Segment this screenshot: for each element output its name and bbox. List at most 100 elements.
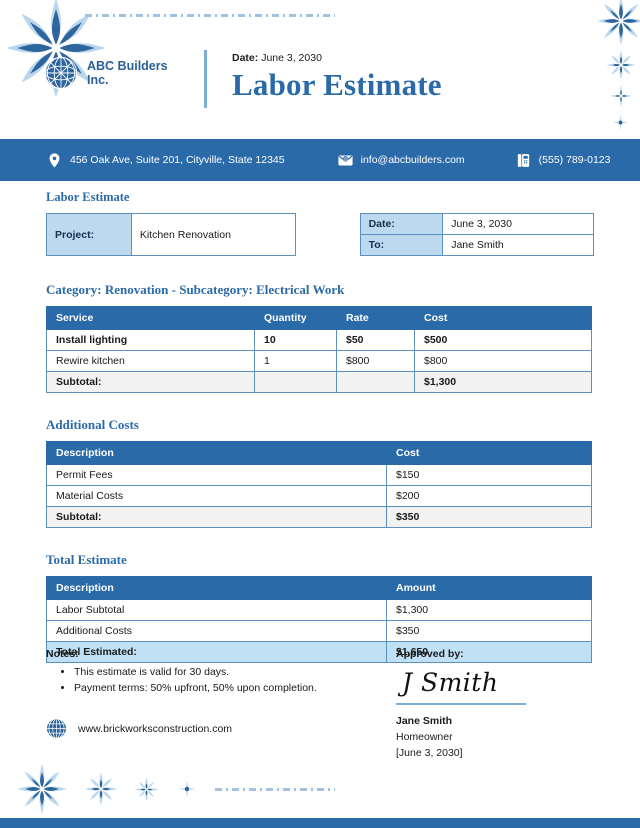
table-row: Project: Kitchen Renovation — [46, 213, 296, 256]
labor-cost: $500 — [414, 329, 592, 351]
decorative-dash-line-bottom — [215, 788, 335, 791]
document-body: Labor Estimate Project: Kitchen Renovati… — [0, 190, 640, 663]
additional-subtotal-label: Subtotal: — [46, 506, 387, 528]
contact-address: 456 Oak Ave, Suite 201, Cityville, State… — [46, 152, 285, 169]
project-table: Project: Kitchen Renovation — [46, 213, 296, 256]
decorative-star-bottom-3 — [134, 777, 159, 802]
signer-name: Jane Smith — [396, 715, 453, 727]
contact-address-text: 456 Oak Ave, Suite 201, Cityville, State… — [70, 154, 285, 166]
signer-date: [June 3, 2030] — [396, 747, 463, 759]
labor-service: Rewire kitchen — [46, 350, 255, 372]
additional-cost: $150 — [386, 464, 592, 486]
decorative-star-bottom-2 — [84, 772, 118, 806]
approval-block: Approved by: J Smith Jane Smith Homeowne… — [396, 648, 576, 761]
website-text: www.brickworksconstruction.com — [78, 722, 233, 735]
document-header: ABC Builders Inc. Date: June 3, 2030 Lab… — [0, 48, 640, 120]
labor-rate: $50 — [336, 329, 415, 351]
col-cost: Cost — [414, 306, 592, 330]
desk-phone-icon — [515, 152, 532, 169]
col-rate: Rate — [336, 306, 415, 330]
signer-role: Homeowner — [396, 731, 453, 743]
brand-block: ABC Builders Inc. — [44, 56, 173, 90]
col-quantity: Quantity — [254, 306, 337, 330]
table-row: Additional Costs $350 — [46, 620, 592, 642]
table-header-row: Service Quantity Rate Cost — [46, 306, 592, 330]
labor-rate: $800 — [336, 350, 415, 372]
total-description: Additional Costs — [46, 620, 387, 642]
envelope-icon: @ — [337, 152, 354, 169]
additional-costs-table: Description Cost Permit Fees $150 Materi… — [46, 441, 592, 528]
contact-phone-text: (555) 789-0123 — [538, 154, 611, 166]
header-title-block: Date: June 3, 2030 Labor Estimate — [232, 52, 442, 103]
globe-sphere-icon — [44, 56, 78, 90]
additional-description: Material Costs — [46, 485, 387, 507]
table-header-row: Description Cost — [46, 441, 592, 465]
date-to-table: Date: June 3, 2030 To: Jane Smith — [359, 213, 594, 256]
header-date-value: June 3, 2030 — [261, 52, 322, 64]
decorative-star-bottom-1 — [16, 763, 68, 815]
contact-phone: (555) 789-0123 — [515, 152, 611, 169]
decorative-dash-line-top — [85, 14, 335, 17]
col-cost: Cost — [386, 441, 592, 465]
header-date-label: Date: — [232, 52, 259, 64]
labor-subtotal-label: Subtotal: — [46, 371, 255, 393]
approved-by-heading: Approved by: — [396, 648, 464, 660]
meta-row: Project: Kitchen Renovation Date: June 3… — [46, 213, 594, 256]
labor-quantity: 10 — [254, 329, 337, 351]
meta-date-label: Date: — [359, 213, 444, 235]
labor-service: Install lighting — [46, 329, 255, 351]
table-row: Permit Fees $150 — [46, 464, 592, 486]
table-row-subtotal: Subtotal: $1,300 — [46, 371, 592, 393]
project-value[interactable]: Kitchen Renovation — [130, 213, 296, 256]
page-title: Labor Estimate — [232, 67, 442, 102]
header-divider — [204, 50, 207, 108]
contact-bar: 456 Oak Ave, Suite 201, Cityville, State… — [0, 139, 640, 181]
location-pin-icon — [46, 152, 63, 169]
labor-cost: $800 — [414, 350, 592, 372]
contact-email-text: info@abcbuilders.com — [360, 154, 465, 166]
total-description: Labor Subtotal — [46, 599, 387, 621]
header-date-line: Date: June 3, 2030 — [232, 52, 442, 64]
globe-grid-icon — [46, 718, 67, 739]
signature: J Smith — [402, 668, 499, 697]
section-title-labor-estimate: Labor Estimate — [46, 190, 130, 204]
meta-to-value[interactable]: Jane Smith — [442, 234, 594, 256]
col-amount: Amount — [386, 576, 592, 600]
table-header-row: Description Amount — [46, 576, 592, 600]
labor-subtotal-cost: $1,300 — [414, 371, 592, 393]
website-link[interactable]: www.brickworksconstruction.com — [46, 718, 232, 739]
table-row: Rewire kitchen 1 $800 $800 — [46, 350, 592, 372]
table-row: To: Jane Smith — [359, 234, 594, 256]
contact-email[interactable]: @ info@abcbuilders.com — [337, 152, 465, 169]
meta-date-value[interactable]: June 3, 2030 — [442, 213, 594, 235]
section-title-additional-costs: Additional Costs — [46, 417, 139, 432]
additional-description: Permit Fees — [46, 464, 387, 486]
col-description: Description — [46, 576, 387, 600]
company-name: ABC Builders Inc. — [87, 59, 168, 87]
document-footer: Notes: This estimate is valid for 30 day… — [0, 648, 640, 759]
additional-subtotal-cost: $350 — [386, 506, 592, 528]
table-row-subtotal: Subtotal: $350 — [46, 506, 592, 528]
signature-line — [396, 703, 526, 705]
col-service: Service — [46, 306, 255, 330]
table-row: Labor Subtotal $1,300 — [46, 599, 592, 621]
section-title-total-estimate: Total Estimate — [46, 552, 127, 567]
total-amount: $1,300 — [386, 599, 592, 621]
col-description: Description — [46, 441, 387, 465]
table-row: Install lighting 10 $50 $500 — [46, 329, 592, 351]
labor-subtotal-rate — [336, 371, 415, 393]
section-title-category: Category: Renovation - Subcategory: Elec… — [46, 282, 345, 297]
total-amount: $350 — [386, 620, 592, 642]
svg-text:@: @ — [343, 156, 347, 161]
decorative-star-bottom-4 — [179, 781, 195, 797]
bottom-accent-bar — [0, 818, 640, 828]
table-row: Material Costs $200 — [46, 485, 592, 507]
meta-to-label: To: — [359, 234, 444, 256]
labor-quantity: 1 — [254, 350, 337, 372]
labor-table: Service Quantity Rate Cost Install light… — [46, 306, 592, 393]
decorative-star-right-1 — [596, 0, 640, 46]
project-label: Project: — [46, 213, 132, 256]
labor-subtotal-quantity — [254, 371, 337, 393]
additional-cost: $200 — [386, 485, 592, 507]
table-row: Date: June 3, 2030 — [359, 213, 594, 235]
